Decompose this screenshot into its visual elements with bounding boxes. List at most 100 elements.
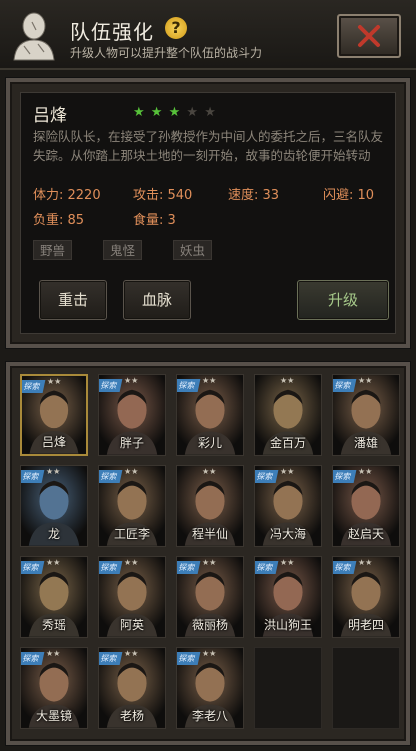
hero-card[interactable]: 探索 ★★ 龙	[20, 465, 88, 547]
card-star-rating: ★★	[280, 467, 295, 476]
star-icon-filled: ★	[150, 105, 164, 120]
hero-card[interactable]: ★★ 程半仙	[176, 465, 244, 547]
hero-card[interactable]: 探索 ★★ 李老八	[176, 647, 244, 729]
close-button[interactable]	[337, 14, 401, 58]
explore-badge: 探索	[99, 379, 123, 392]
hero-card-name: 阿英	[119, 618, 144, 632]
hero-card[interactable]: ★★ 金百万	[254, 374, 322, 456]
explore-badge: 探索	[177, 379, 201, 392]
hero-card[interactable]: 探索 ★★ 洪山狗王	[254, 556, 322, 638]
hero-card-name: 大墨镜	[35, 709, 72, 723]
card-star-rating: ★★	[358, 467, 373, 476]
roster-slot-empty	[254, 647, 322, 729]
explore-badge: 探索	[21, 470, 45, 483]
hero-card[interactable]: 探索 ★★ 赵启天	[332, 465, 400, 547]
card-star-rating: ★★	[46, 649, 61, 658]
card-star-rating: ★★	[202, 467, 217, 476]
hero-card-name: 胖子	[119, 436, 144, 450]
hero-card[interactable]: 探索 ★★ 薇丽杨	[176, 556, 244, 638]
stat-load: 负重: 85	[33, 213, 85, 228]
explore-badge: 探索	[177, 561, 201, 574]
hero-card[interactable]: 探索 ★★ 彩儿	[176, 374, 244, 456]
card-star-rating: ★★	[202, 649, 217, 658]
hero-description: 探险队队长，在接受了孙教授作为中间人的委托之后，三名队友失踪。从你踏上那块土地的…	[33, 129, 384, 163]
card-star-rating: ★★	[202, 376, 217, 385]
explore-badge: 探索	[333, 561, 357, 574]
team-avatar-icon	[10, 10, 58, 62]
upgrade-button[interactable]: 升级	[297, 280, 389, 320]
star-icon-empty: ★	[204, 105, 217, 120]
hero-card[interactable]: 探索 ★★ 潘雄	[332, 374, 400, 456]
explore-badge: 探索	[22, 380, 46, 393]
hero-card-name: 龙	[47, 527, 60, 541]
tag-chip: 鬼怪	[103, 240, 143, 260]
hero-card[interactable]: 探索 ★★ 明老四	[332, 556, 400, 638]
explore-badge: 探索	[99, 470, 123, 483]
hero-card-name: 秀瑶	[41, 618, 66, 632]
hero-card-name: 冯大海	[269, 527, 306, 541]
page-subtitle: 升级人物可以提升整个队伍的战斗力	[70, 46, 263, 60]
roster-grid: 探索 ★★ 吕烽 探索 ★★ 胖子 探索 ★★ 彩儿 ★★ 金百万 探索 ★★ 潘雄 探索 ★★ 龙探索 ★★ 工匠…	[6, 362, 410, 745]
card-star-rating: ★★	[124, 467, 139, 476]
card-star-rating: ★★	[358, 376, 373, 385]
hero-card-name: 彩儿	[197, 436, 222, 450]
explore-badge: 探索	[99, 561, 123, 574]
roster-slot-empty	[332, 647, 400, 729]
stat-hp: 体力: 2220	[33, 188, 101, 203]
hero-card-name: 老杨	[119, 709, 144, 723]
tag-chip: 野兽	[33, 240, 73, 260]
explore-badge: 探索	[255, 470, 279, 483]
hero-card[interactable]: 探索 ★★ 吕烽	[20, 374, 88, 456]
hero-info-inner: 吕烽 ★ ★ ★ ★ ★ 探险队队长，在接受了孙教授作为中间人的委托之后，三名队…	[20, 92, 396, 334]
card-star-rating: ★★	[124, 649, 139, 658]
hero-card[interactable]: 探索 ★★ 胖子	[98, 374, 166, 456]
explore-badge: 探索	[333, 470, 357, 483]
hero-card-name: 明老四	[347, 618, 384, 632]
star-icon-empty: ★	[186, 105, 200, 120]
card-star-rating: ★★	[202, 558, 217, 567]
star-icon-filled: ★	[168, 105, 182, 120]
hero-card[interactable]: 探索 ★★ 秀瑶	[20, 556, 88, 638]
header-bar: 队伍强化 ? 升级人物可以提升整个队伍的战斗力	[0, 0, 416, 70]
card-star-rating: ★★	[47, 377, 62, 386]
bloodline-button[interactable]: 血脉	[123, 280, 191, 320]
tag-chip: 妖虫	[173, 240, 213, 260]
stat-attack: 攻击: 540	[133, 188, 193, 203]
hero-name: 吕烽	[33, 106, 67, 126]
hero-card[interactable]: 探索 ★★ 阿英	[98, 556, 166, 638]
card-star-rating: ★★	[280, 376, 295, 385]
explore-badge: 探索	[21, 561, 45, 574]
hero-card[interactable]: 探索 ★★ 冯大海	[254, 465, 322, 547]
hero-card-name: 薇丽杨	[191, 618, 228, 632]
page-title: 队伍强化	[70, 20, 154, 44]
hero-card-name: 工匠李	[113, 527, 150, 541]
hero-card-name: 程半仙	[191, 527, 228, 541]
stat-dodge: 闪避: 10	[323, 188, 375, 203]
card-star-rating: ★★	[124, 558, 139, 567]
hero-card-name: 金百万	[269, 436, 306, 450]
card-star-rating: ★★	[124, 376, 139, 385]
explore-badge: 探索	[177, 652, 201, 665]
help-icon[interactable]: ?	[165, 17, 187, 39]
hero-card-name: 洪山狗王	[263, 618, 312, 632]
card-star-rating: ★★	[358, 558, 373, 567]
hero-card-name: 李老八	[191, 709, 228, 723]
stat-food: 食量: 3	[133, 213, 176, 228]
card-star-rating: ★★	[280, 558, 295, 567]
explore-badge: 探索	[21, 652, 45, 665]
hero-card[interactable]: 探索 ★★ 大墨镜	[20, 647, 88, 729]
hero-card[interactable]: 探索 ★★ 老杨	[98, 647, 166, 729]
hero-card-name: 吕烽	[41, 435, 66, 449]
reroll-button[interactable]: 重击	[39, 280, 107, 320]
stat-speed: 速度: 33	[228, 188, 280, 203]
hero-card[interactable]: 探索 ★★ 工匠李	[98, 465, 166, 547]
explore-badge: 探索	[255, 561, 279, 574]
card-star-rating: ★★	[46, 558, 61, 567]
star-icon-filled: ★	[133, 105, 146, 120]
hero-card-name: 赵启天	[347, 527, 384, 541]
card-star-rating: ★★	[46, 467, 61, 476]
hero-card-name: 潘雄	[353, 436, 378, 450]
hero-info-panel: 吕烽 ★ ★ ★ ★ ★ 探险队队长，在接受了孙教授作为中间人的委托之后，三名队…	[6, 78, 410, 348]
hero-star-rating: ★ ★ ★ ★ ★	[133, 105, 217, 120]
explore-badge: 探索	[99, 652, 123, 665]
